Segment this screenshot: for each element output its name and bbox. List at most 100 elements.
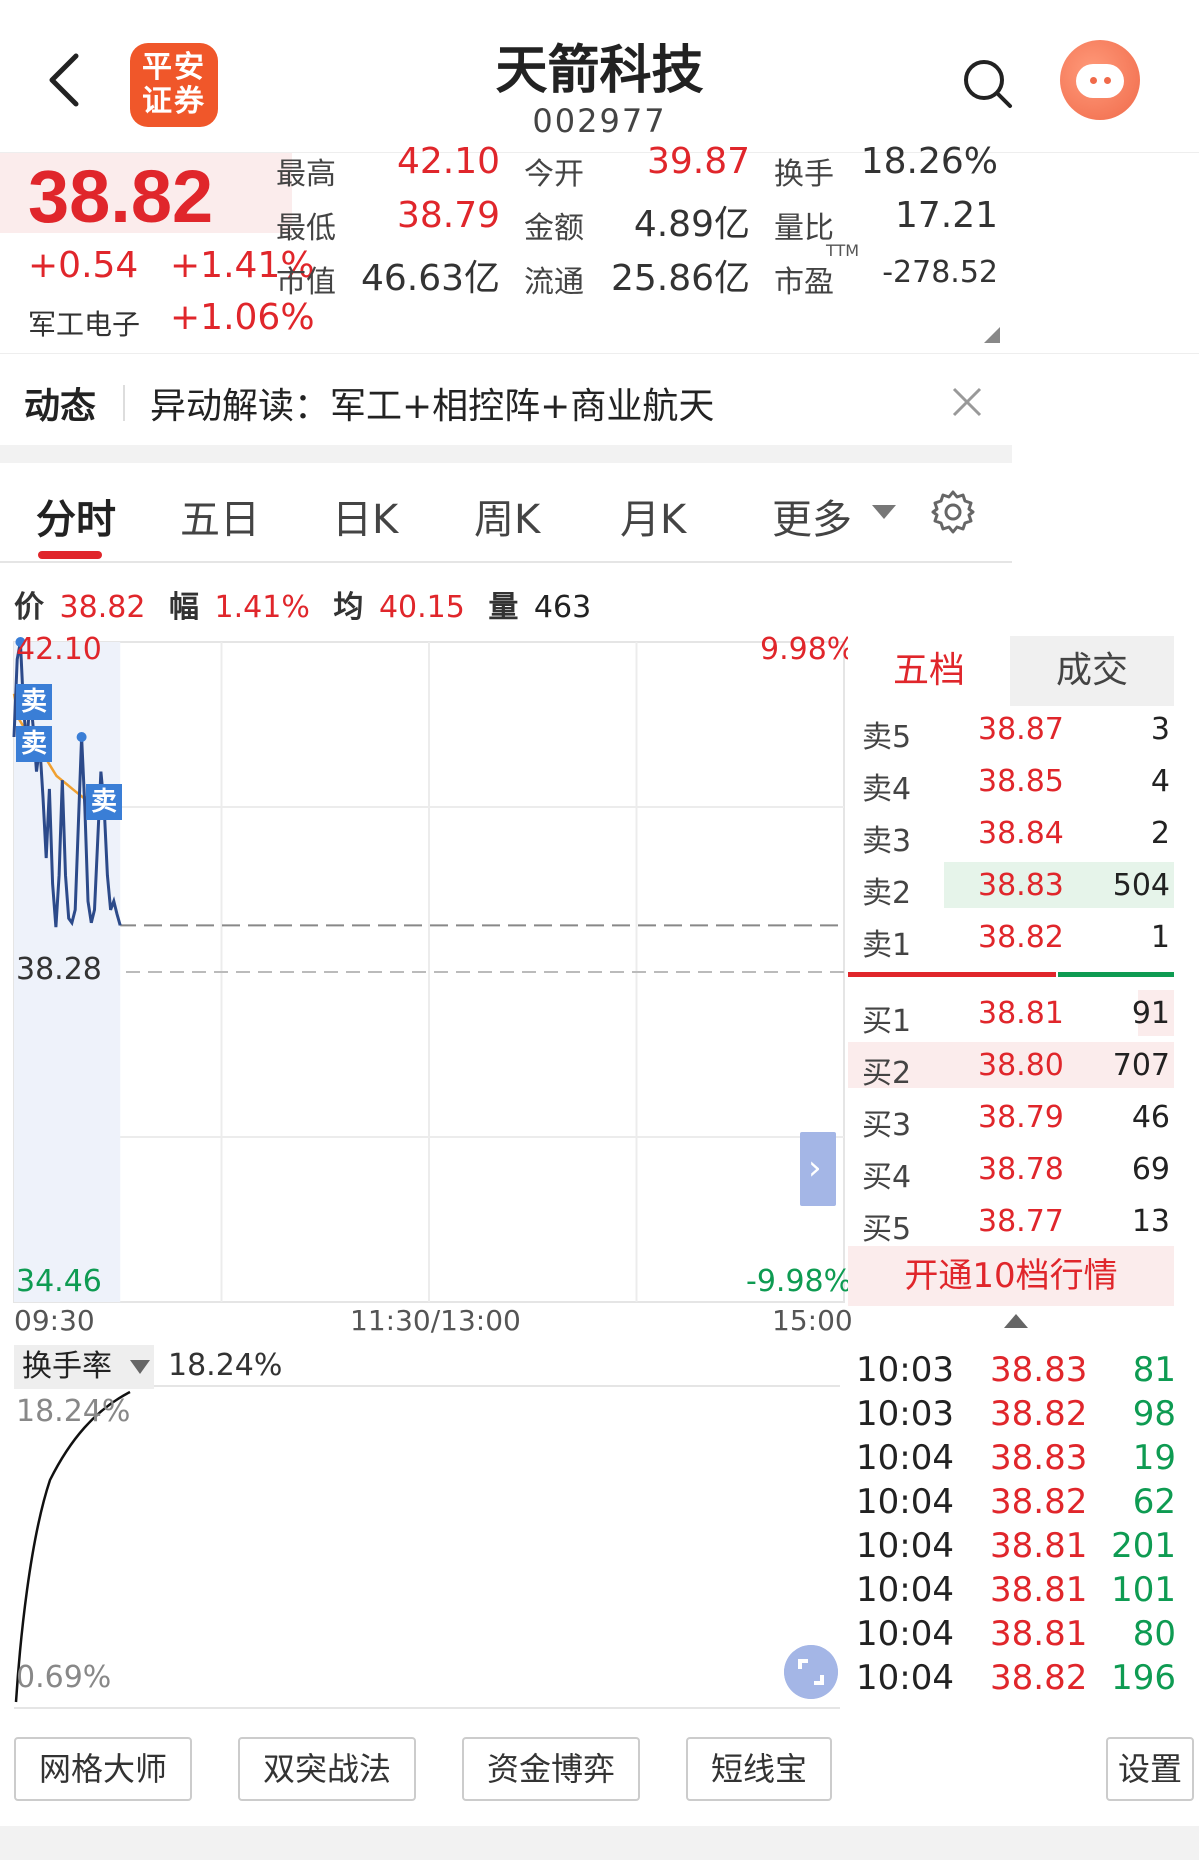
turnover-axis-min: 0.69% bbox=[16, 1660, 112, 1695]
grid-master-button[interactable]: 网格大师 bbox=[14, 1737, 192, 1801]
stock-name: 天箭科技 bbox=[495, 41, 704, 101]
bid-label: 买2 bbox=[862, 1056, 912, 1091]
sell-signal-tag[interactable]: 卖 bbox=[86, 784, 122, 820]
ask-price: 38.84 bbox=[978, 816, 1064, 851]
gear-icon[interactable] bbox=[930, 489, 976, 535]
field-label-market-cap: 市值 bbox=[276, 265, 336, 300]
tick-qty: 201 bbox=[1111, 1526, 1176, 1566]
settings-button[interactable]: 设置 bbox=[1106, 1737, 1194, 1801]
tick-time: 10:04 bbox=[856, 1438, 954, 1478]
sell-signal-tag[interactable]: 卖 bbox=[16, 726, 52, 762]
search-icon[interactable] bbox=[960, 56, 1016, 112]
tab-five-day[interactable]: 五日 bbox=[180, 487, 260, 545]
sector-change-pct[interactable]: +1.06% bbox=[170, 297, 315, 338]
news-tag: 动态 bbox=[24, 386, 97, 427]
field-label-low: 最低 bbox=[276, 211, 336, 246]
tab-daily-k[interactable]: 日K bbox=[332, 487, 398, 545]
stock-code: 002977 bbox=[532, 102, 667, 140]
bid-label: 买1 bbox=[862, 1004, 912, 1039]
assistant-avatar-icon[interactable] bbox=[1060, 40, 1140, 120]
bid-label: 买4 bbox=[862, 1160, 912, 1195]
field-value-volume-ratio: 17.21 bbox=[894, 195, 998, 236]
bid-row: 买3 38.79 46 bbox=[848, 1094, 1174, 1143]
tick-time: 10:04 bbox=[856, 1526, 954, 1566]
tick-price: 38.83 bbox=[990, 1350, 1088, 1390]
ask-price: 38.83 bbox=[978, 868, 1064, 903]
bid-row: 买1 38.81 91 bbox=[848, 990, 1174, 1039]
ask-price: 38.85 bbox=[978, 764, 1064, 799]
field-label-amount: 金额 bbox=[524, 211, 584, 246]
ask-qty: 1 bbox=[1150, 920, 1170, 955]
tick-time: 10:04 bbox=[856, 1614, 954, 1654]
tick-row: 10:03 38.83 81 bbox=[856, 1350, 1176, 1394]
sector-name[interactable]: 军工电子 bbox=[28, 303, 140, 343]
ask-label: 卖2 bbox=[862, 876, 912, 911]
close-icon[interactable] bbox=[950, 385, 984, 419]
bid-price: 38.79 bbox=[978, 1100, 1064, 1135]
chevron-up-icon[interactable] bbox=[1004, 1314, 1028, 1328]
tab-trades[interactable]: 成交 bbox=[1010, 636, 1174, 706]
field-label-volume-ratio: 量比 bbox=[774, 211, 834, 246]
ask-row: 卖5 38.87 3 bbox=[848, 706, 1174, 755]
expand-panel-button[interactable]: › bbox=[800, 1132, 836, 1206]
chevron-down-icon[interactable] bbox=[130, 1360, 150, 1374]
expand-corner-icon[interactable] bbox=[984, 327, 1000, 343]
sell-signal-tag[interactable]: 卖 bbox=[16, 684, 52, 720]
info-price-value: 38.82 bbox=[59, 590, 146, 625]
bid-price: 38.80 bbox=[978, 1048, 1064, 1083]
news-bar[interactable]: 动态 异动解读：军工+相控阵+商业航天 bbox=[0, 355, 1199, 445]
bid-qty: 69 bbox=[1131, 1152, 1170, 1187]
tick-price: 38.83 bbox=[990, 1438, 1088, 1478]
tab-monthly-k[interactable]: 月K bbox=[620, 487, 686, 545]
intraday-chart[interactable] bbox=[0, 630, 850, 1320]
tick-price: 38.82 bbox=[990, 1394, 1088, 1434]
price-change: +0.54 bbox=[28, 245, 139, 286]
tick-qty: 19 bbox=[1132, 1438, 1176, 1478]
ask-price: 38.82 bbox=[978, 920, 1064, 955]
y-axis-min-label: 34.46 bbox=[16, 1264, 102, 1299]
tick-qty: 196 bbox=[1111, 1658, 1176, 1698]
ask-price: 38.87 bbox=[978, 712, 1064, 747]
ask-row: 卖1 38.82 1 bbox=[848, 914, 1174, 963]
tick-time: 10:04 bbox=[856, 1482, 954, 1522]
pct-axis-min-label: -9.98% bbox=[746, 1264, 853, 1299]
field-value-market-cap: 46.63亿 bbox=[360, 258, 500, 299]
bid-qty: 13 bbox=[1131, 1204, 1170, 1239]
ask-qty: 504 bbox=[1112, 868, 1170, 903]
news-divider bbox=[123, 385, 125, 421]
tick-row: 10:04 38.81 80 bbox=[856, 1614, 1176, 1658]
tick-price: 38.81 bbox=[990, 1570, 1088, 1610]
bid-price: 38.77 bbox=[978, 1204, 1064, 1239]
chevron-right-icon: › bbox=[808, 1148, 822, 1188]
top-bar: 平安 证券 天箭科技 002977 bbox=[0, 0, 1199, 152]
bid-price: 38.81 bbox=[978, 996, 1064, 1031]
y-axis-max-label: 42.10 bbox=[16, 632, 102, 667]
info-volume-label: 量 bbox=[488, 590, 519, 625]
bid-row: 买2 38.80 707 bbox=[848, 1042, 1174, 1091]
capital-game-button[interactable]: 资金博弈 bbox=[462, 1737, 640, 1801]
chevron-down-icon[interactable] bbox=[872, 505, 896, 519]
open-10-level-button[interactable]: 开通10档行情 bbox=[848, 1246, 1174, 1306]
short-term-treasure-button[interactable]: 短线宝 bbox=[686, 1737, 832, 1801]
ask-bid-ratio-bar-green bbox=[1058, 972, 1174, 977]
info-price-label: 价 bbox=[14, 590, 44, 625]
tab-intraday[interactable]: 分时 bbox=[36, 487, 116, 545]
tick-time: 10:03 bbox=[856, 1350, 954, 1390]
turnover-current-value: 18.24% bbox=[168, 1348, 283, 1383]
tab-five-levels[interactable]: 五档 bbox=[848, 636, 1010, 706]
tick-price: 38.81 bbox=[990, 1614, 1088, 1654]
bid-qty: 46 bbox=[1131, 1100, 1170, 1135]
field-value-low: 38.79 bbox=[396, 195, 500, 236]
tab-weekly-k[interactable]: 周K bbox=[474, 487, 540, 545]
news-headline[interactable]: 异动解读：军工+相控阵+商业航天 bbox=[150, 377, 714, 429]
tick-qty: 81 bbox=[1132, 1350, 1176, 1390]
pct-axis-max-label: 9.98% bbox=[760, 632, 856, 667]
field-value-amount: 4.89亿 bbox=[633, 204, 750, 245]
ask-qty: 4 bbox=[1150, 764, 1170, 799]
bid-row: 买4 38.78 69 bbox=[848, 1146, 1174, 1195]
tab-more[interactable]: 更多 bbox=[772, 487, 852, 545]
double-breakout-button[interactable]: 双突战法 bbox=[238, 1737, 416, 1801]
ask-label: 卖4 bbox=[862, 772, 912, 807]
tick-row: 10:03 38.82 98 bbox=[856, 1394, 1176, 1438]
fullscreen-icon[interactable] bbox=[784, 1645, 838, 1699]
